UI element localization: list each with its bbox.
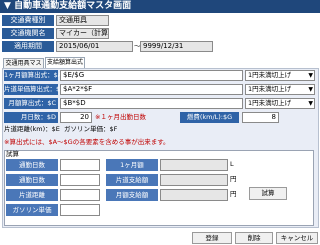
transport-value: マイカー（計算式） <box>56 28 109 39</box>
rounding-select-a[interactable]: 1円未満切上げ ▼ <box>245 70 315 81</box>
trial-output-oneway <box>160 174 228 186</box>
transport-label: 交通機関名 <box>2 28 54 39</box>
trial-label-monthly-pay: 月額支給額 <box>106 189 158 201</box>
window-title-text: 自動車通勤支給額マスタ画面 <box>14 1 132 11</box>
cancel-button[interactable]: キャンセル <box>276 232 318 244</box>
formula-label-b: 片道単価算出式：$B <box>4 84 65 95</box>
tab-formula[interactable]: 支給額算出式 <box>45 57 85 68</box>
formula-label-c: 月額算出式：$C <box>4 98 58 109</box>
formula-input-a[interactable]: $E/$G <box>60 70 243 81</box>
trial-section-label: 試算 <box>6 150 19 158</box>
trial-unit-monthly: L <box>230 160 234 168</box>
chevron-down-icon: ▼ <box>308 86 313 93</box>
tab-vehicle-master[interactable]: 交通用具マスタ <box>3 58 44 76</box>
trial-input-gas[interactable] <box>60 204 100 216</box>
division-label: 交通費種別 <box>2 15 54 26</box>
fuel-input[interactable]: 8 <box>242 112 279 123</box>
trial-unit-monthly-pay: 円 <box>230 190 237 198</box>
rounding-select-c-value: 1円未満切上げ <box>248 99 292 107</box>
trial-input-days-1[interactable] <box>60 159 100 171</box>
rounding-select-b-value: 1円未満切上げ <box>248 85 292 93</box>
period-end-input[interactable]: 9999/12/31 <box>140 41 213 52</box>
formula-label-a: 1ヶ月額算出式：$A <box>4 70 63 81</box>
gas-text: ガソリン単価：$F <box>64 125 118 133</box>
rounding-select-b[interactable]: 1円未満切上げ ▼ <box>245 84 315 95</box>
period-label: 適用期間 <box>2 41 54 52</box>
trial-output-monthly <box>160 159 228 171</box>
trial-label-days-1: 通勤日数 <box>6 159 58 171</box>
register-button[interactable]: 登録 <box>192 232 232 244</box>
calculate-button[interactable]: 試算 <box>249 187 287 200</box>
formula-input-c[interactable]: $B*$D <box>60 98 243 109</box>
fuel-label: 燃費(km/L):$G <box>180 112 239 123</box>
trial-output-monthly-pay <box>160 189 228 201</box>
period-start-input[interactable]: 2015/06/01 <box>56 41 133 52</box>
distance-text: 片道距離(km)：$E <box>4 125 60 133</box>
rounding-select-a-value: 1円未満切上げ <box>248 71 292 79</box>
trial-label-distance: 片道距離 <box>6 189 58 201</box>
formula-input-b[interactable]: $A*2*$F <box>60 84 243 95</box>
monthly-days-note: ※１ヶ月出勤日数 <box>95 113 146 121</box>
monthly-days-input[interactable]: 20 <box>60 112 92 123</box>
title-icon: ▼ <box>4 1 15 11</box>
chevron-down-icon: ▼ <box>308 72 313 79</box>
division-value: 交通用具 <box>56 15 109 26</box>
trial-label-monthly: 1ヶ月額 <box>106 159 158 171</box>
formula-note: ※算出式には、$A～$Gの各要素を含める事が出来ます。 <box>4 138 170 146</box>
trial-input-distance[interactable] <box>60 189 100 201</box>
delete-button[interactable]: 削除 <box>235 232 273 244</box>
rounding-select-c[interactable]: 1円未満切上げ ▼ <box>245 98 315 109</box>
trial-input-days-2[interactable] <box>60 174 100 186</box>
window-title: ▼ 自動車通勤支給額マスタ画面 <box>0 0 320 13</box>
trial-label-oneway: 片道支給額 <box>106 174 158 186</box>
monthly-days-label: 月日数：$D <box>4 112 58 123</box>
trial-unit-oneway: 円 <box>230 175 237 183</box>
chevron-down-icon: ▼ <box>308 100 313 107</box>
trial-label-gas: ガソリン単価 <box>6 204 58 216</box>
trial-label-days-2: 通勤日数 <box>6 174 58 186</box>
